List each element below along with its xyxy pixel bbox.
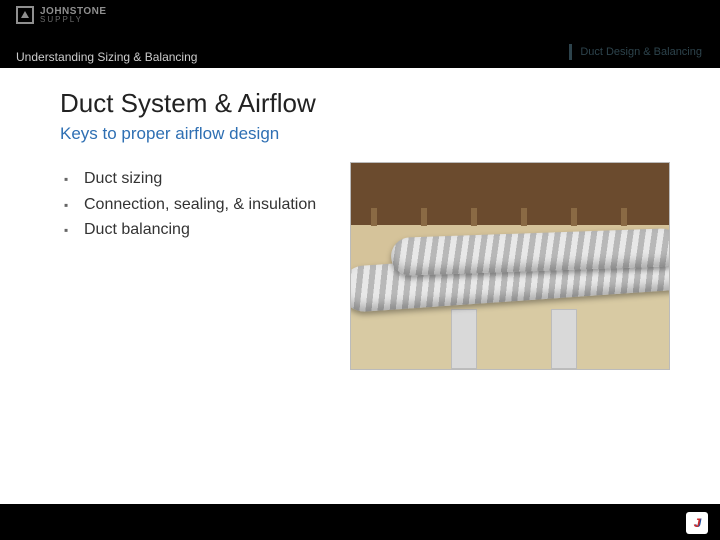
brand-mark-icon: [16, 6, 34, 24]
slide-title: Duct System & Airflow: [60, 88, 316, 119]
brand-text: JOHNSTONE SUPPLY: [40, 7, 107, 23]
bullet-list: Duct sizing Connection, sealing, & insul…: [60, 168, 330, 245]
slide: JOHNSTONE SUPPLY Understanding Sizing & …: [0, 0, 720, 540]
list-item: Duct sizing: [60, 168, 330, 190]
footer-band: J: [0, 504, 720, 540]
breadcrumb: Understanding Sizing & Balancing: [16, 50, 197, 64]
header-band: JOHNSTONE SUPPLY Understanding Sizing & …: [0, 0, 720, 68]
divider-icon: [569, 44, 572, 60]
brand-logo: JOHNSTONE SUPPLY: [16, 6, 107, 24]
section-label-text: Duct Design & Balancing: [580, 46, 702, 58]
list-item: Duct balancing: [60, 219, 330, 241]
footer-badge-icon: J: [686, 512, 708, 534]
badge-letter: J: [694, 516, 701, 530]
brand-line2: SUPPLY: [40, 16, 107, 23]
list-item: Connection, sealing, & insulation: [60, 194, 330, 216]
duct-photo: [350, 162, 670, 370]
header-section-label: Duct Design & Balancing: [569, 44, 702, 60]
slide-subtitle: Keys to proper airflow design: [60, 124, 279, 144]
